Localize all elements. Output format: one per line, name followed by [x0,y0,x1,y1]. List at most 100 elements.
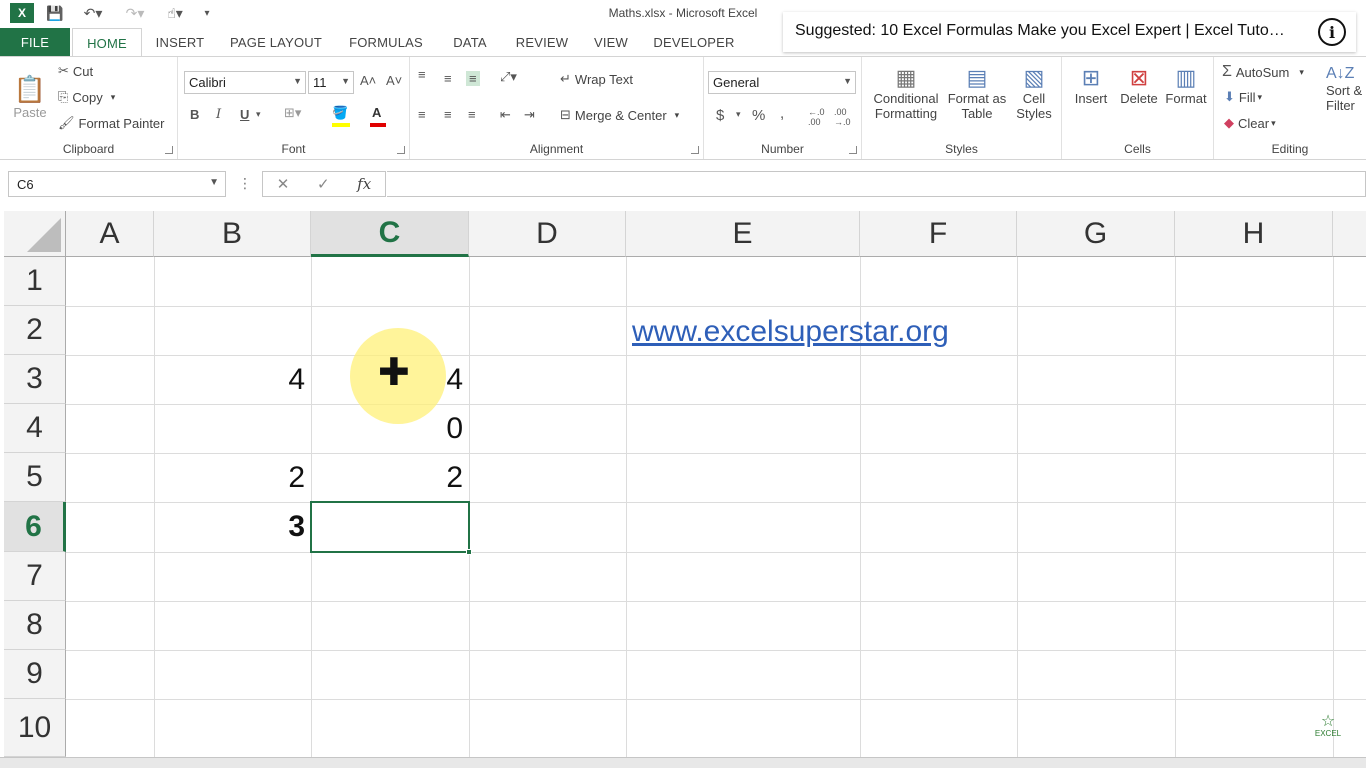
tab-file[interactable]: FILE [0,28,70,56]
more-icon[interactable]: ⋮ [238,175,252,192]
row-header-9[interactable]: 9 [4,650,66,699]
cell-styles-button[interactable]: ▧ Cell Styles [1010,65,1058,121]
align-right-icon[interactable]: ≡ [468,107,476,122]
info-icon[interactable]: i [1318,18,1346,46]
name-box[interactable]: C6 ▼ [8,171,226,197]
tab-formulas[interactable]: FORMULAS [342,28,430,56]
autosum-button[interactable]: Σ AutoSum ▾ [1222,63,1304,81]
select-all-button[interactable] [4,211,66,257]
row-header-2[interactable]: 2 [4,306,66,355]
orientation-icon[interactable]: ⤢▾ [500,69,517,85]
wrap-text-icon: ↵ [560,71,571,86]
column-header-h[interactable]: H [1175,211,1333,257]
fill-button[interactable]: ⬇ Fill ▾ [1224,89,1262,105]
column-header-f[interactable]: F [860,211,1017,257]
row-header-4[interactable]: 4 [4,404,66,453]
align-top-icon[interactable]: ≡ [418,67,426,82]
tab-data[interactable]: DATA [444,28,496,56]
currency-button[interactable]: $ [716,107,724,124]
decrease-font-icon[interactable]: A˅ [386,73,402,88]
chevron-down-icon[interactable]: ▾ [256,109,261,120]
column-header-a[interactable]: A [66,211,154,257]
clear-button[interactable]: ◆ Clear ▾ [1224,115,1276,131]
row-header-10[interactable]: 10 [4,699,66,757]
enter-icon[interactable]: ✓ [317,175,330,193]
column-header-c[interactable]: C [311,211,469,257]
gridline [66,650,1366,651]
percent-button[interactable]: % [752,107,765,124]
row-header-8[interactable]: 8 [4,601,66,650]
font-size-dropdown[interactable]: 11 ▼ [308,71,354,94]
dialog-launcher-icon[interactable] [397,146,405,154]
copy-button[interactable]: ⎘ Copy ▾ [58,89,115,105]
gridline [1017,257,1018,757]
column-header-g[interactable]: G [1017,211,1175,257]
format-painter-button[interactable]: 🖌 Format Painter [58,115,165,131]
merge-center-button[interactable]: ⊟ Merge & Center ▾ [560,107,679,123]
row-header-3[interactable]: 3 [4,355,66,404]
cell-b6[interactable]: 3 [154,502,311,552]
tab-page-layout[interactable]: PAGE LAYOUT [222,28,330,56]
cell-c5[interactable]: 2 [311,453,469,502]
format-as-table-button[interactable]: ▤ Format as Table [944,65,1010,121]
paintbrush-icon: 🖌 [58,115,75,130]
paste-button[interactable]: 📋 Paste [10,65,50,120]
wrap-text-button[interactable]: ↵ Wrap Text [560,71,633,87]
insert-button[interactable]: ⊞ Insert [1068,65,1114,106]
row-header-7[interactable]: 7 [4,552,66,601]
dialog-launcher-icon[interactable] [165,146,173,154]
increase-font-icon[interactable]: A˄ [360,73,376,88]
conditional-formatting-button[interactable]: ▦ Conditional Formatting [868,65,944,121]
suggested-text[interactable]: Suggested: 10 Excel Formulas Make you Ex… [795,22,1285,40]
align-left-icon[interactable]: ≡ [418,107,426,122]
column-header-partial[interactable] [1333,211,1366,257]
font-name-dropdown[interactable]: Calibri ▼ [184,71,306,94]
sort-filter-button[interactable]: A↓Z Sort & Filter [1326,65,1366,113]
website-link[interactable]: www.excelsuperstar.org [632,315,949,349]
format-button[interactable]: ▥ Format [1162,65,1210,106]
column-header-e[interactable]: E [626,211,860,257]
column-header-d[interactable]: D [469,211,626,257]
star-icon: ☆ [1320,713,1336,730]
underline-button[interactable]: U [240,107,249,122]
fill-handle[interactable] [466,549,472,555]
cell-b3[interactable]: 4 [154,355,311,404]
number-format-dropdown[interactable]: General ▼ [708,71,856,94]
suggested-video-banner[interactable]: Suggested: 10 Excel Formulas Make you Ex… [783,12,1356,52]
borders-icon[interactable]: ⊞▾ [284,105,301,121]
align-center-icon[interactable]: ≡ [444,107,452,122]
tab-developer[interactable]: DEVELOPER [648,28,740,56]
decrease-decimal-icon[interactable]: .00 →.0 [834,107,851,127]
row-header-1[interactable]: 1 [4,257,66,306]
cell-b5[interactable]: 2 [154,453,311,502]
worksheet-grid[interactable]: A B C D E F G H 1 2 3 4 5 6 7 8 9 10 4 4… [4,211,1366,757]
font-color-icon[interactable]: A [372,105,381,120]
formula-input[interactable] [387,171,1366,197]
tab-view[interactable]: VIEW [588,28,634,56]
row-header-6[interactable]: 6 [4,502,66,552]
tab-insert[interactable]: INSERT [150,28,210,56]
cell-c4[interactable]: 0 [311,404,469,453]
align-middle-icon[interactable]: ≡ [444,71,452,86]
column-header-b[interactable]: B [154,211,311,257]
dialog-launcher-icon[interactable] [691,146,699,154]
tab-review[interactable]: REVIEW [510,28,574,56]
comma-button[interactable]: , [780,105,784,122]
increase-indent-icon[interactable]: ⇥ [524,107,535,123]
align-bottom-icon[interactable]: ≡ [466,71,480,86]
cut-button[interactable]: ✂ Cut [58,63,93,79]
italic-button[interactable]: I [216,107,221,122]
cancel-icon[interactable]: ✕ [277,175,290,193]
decrease-indent-icon[interactable]: ⇤ [500,107,511,123]
chevron-down-icon: ▼ [209,177,219,188]
increase-decimal-icon[interactable]: ←.0.00 [808,107,825,127]
delete-button[interactable]: ⊠ Delete [1116,65,1162,106]
tab-home[interactable]: HOME [72,28,142,57]
bold-button[interactable]: B [190,107,199,122]
chevron-down-icon[interactable]: ▾ [736,109,741,120]
active-cell-c6[interactable] [310,501,470,553]
insert-function-icon[interactable]: fx [357,175,371,193]
fill-color-icon[interactable]: 🪣 [332,105,348,121]
dialog-launcher-icon[interactable] [849,146,857,154]
row-header-5[interactable]: 5 [4,453,66,502]
